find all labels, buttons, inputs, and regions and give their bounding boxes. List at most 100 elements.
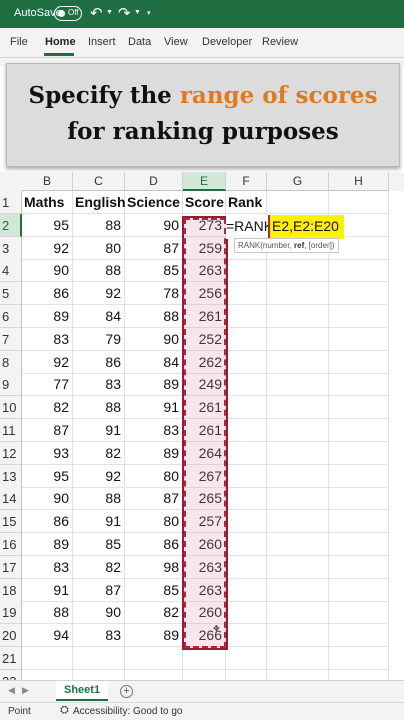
cell-g1[interactable] (267, 191, 329, 214)
cell-d12[interactable]: 89 (125, 441, 183, 465)
cell-f8[interactable] (226, 350, 267, 374)
row-header-4[interactable]: 4 (0, 259, 22, 283)
row-header-18[interactable]: 18 (0, 578, 22, 602)
cell-g9[interactable] (267, 373, 329, 397)
cell-c16[interactable]: 85 (73, 533, 125, 556)
cell-f9[interactable] (226, 373, 267, 397)
row-header-13[interactable]: 13 (0, 464, 22, 488)
cell-h18[interactable] (329, 578, 389, 602)
cell-c12[interactable]: 82 (73, 441, 125, 465)
cell-c1[interactable]: English (73, 191, 126, 214)
cell-h1[interactable] (329, 191, 389, 214)
row-header-19[interactable]: 19 (0, 601, 22, 625)
cell-h13[interactable] (329, 464, 389, 488)
quick-access-menu-icon[interactable]: ▾ (147, 9, 151, 17)
cell-c20[interactable]: 83 (73, 624, 125, 648)
cell-h9[interactable] (329, 373, 389, 397)
cell-c5[interactable]: 92 (73, 282, 125, 306)
cell-d7[interactable]: 90 (125, 327, 183, 351)
add-sheet-icon[interactable]: + (120, 685, 133, 698)
cell-g12[interactable] (267, 441, 329, 465)
cell-g11[interactable] (267, 419, 329, 442)
cell-f5[interactable] (226, 282, 267, 306)
cell-h6[interactable] (329, 305, 389, 328)
cell-f7[interactable] (226, 327, 267, 351)
cell-c21[interactable] (73, 647, 125, 670)
row-header-2[interactable]: 2 (0, 213, 22, 237)
accessibility-status[interactable]: Accessibility: Good to go (73, 706, 183, 717)
row-header-21[interactable]: 21 (0, 647, 22, 670)
row-header-16[interactable]: 16 (0, 533, 22, 556)
scroll-right-icon[interactable]: ▶ (22, 685, 29, 696)
cell-d8[interactable]: 84 (125, 350, 183, 374)
cell-d14[interactable]: 87 (125, 487, 183, 511)
cell-b18[interactable]: 91 (22, 578, 73, 602)
cell-d6[interactable]: 88 (125, 305, 183, 328)
cell-d21[interactable] (125, 647, 183, 670)
cell-c6[interactable]: 84 (73, 305, 125, 328)
cell-c11[interactable]: 91 (73, 419, 125, 442)
cell-d18[interactable]: 85 (125, 578, 183, 602)
cell-h15[interactable] (329, 510, 389, 534)
cell-e21[interactable] (183, 647, 226, 670)
cell-f4[interactable] (226, 259, 267, 283)
cell-f6[interactable] (226, 305, 267, 328)
chevron-down-icon[interactable]: ▼ (106, 9, 113, 16)
undo-icon[interactable]: ↶ (90, 4, 103, 22)
row-header-10[interactable]: 10 (0, 396, 22, 420)
cell-d1[interactable]: Science (125, 191, 183, 214)
cell-h16[interactable] (329, 533, 389, 556)
cell-c19[interactable]: 90 (73, 601, 125, 625)
cell-d20[interactable]: 89 (125, 624, 183, 648)
cell-b10[interactable]: 82 (22, 396, 73, 420)
cell-f15[interactable] (226, 510, 267, 534)
row-header-5[interactable]: 5 (0, 282, 22, 306)
cell-b9[interactable]: 77 (22, 373, 73, 397)
cell-h21[interactable] (329, 647, 389, 670)
cell-d13[interactable]: 80 (125, 464, 183, 488)
cell-c14[interactable]: 88 (73, 487, 125, 511)
cell-b6[interactable]: 89 (22, 305, 73, 328)
row-header-1[interactable]: 1 (0, 191, 22, 214)
cell-f20[interactable] (226, 624, 267, 648)
cell-b16[interactable]: 89 (22, 533, 73, 556)
cell-c3[interactable]: 80 (73, 236, 125, 260)
cell-b15[interactable]: 86 (22, 510, 73, 534)
row-header-9[interactable]: 9 (0, 373, 22, 397)
cell-h4[interactable] (329, 259, 389, 283)
cell-f18[interactable] (226, 578, 267, 602)
cell-g19[interactable] (267, 601, 329, 625)
cell-f17[interactable] (226, 555, 267, 579)
cell-f19[interactable] (226, 601, 267, 625)
cell-g6[interactable] (267, 305, 329, 328)
cell-g8[interactable] (267, 350, 329, 374)
score-range-selection[interactable] (184, 218, 226, 648)
cell-g18[interactable] (267, 578, 329, 602)
cell-b5[interactable]: 86 (22, 282, 73, 306)
row-header-8[interactable]: 8 (0, 350, 22, 374)
cell-g13[interactable] (267, 464, 329, 488)
cell-b1[interactable]: Maths (22, 191, 73, 214)
cell-g16[interactable] (267, 533, 329, 556)
autosave-toggle[interactable]: Off (54, 6, 82, 21)
cell-g7[interactable] (267, 327, 329, 351)
cell-f16[interactable] (226, 533, 267, 556)
cell-f13[interactable] (226, 464, 267, 488)
tab-data[interactable]: Data (128, 36, 151, 48)
cell-c4[interactable]: 88 (73, 259, 125, 283)
cell-f1[interactable]: Rank (226, 191, 267, 214)
column-header-e[interactable]: E (183, 172, 226, 191)
cell-b17[interactable]: 83 (22, 555, 73, 579)
cell-g20[interactable] (267, 624, 329, 648)
cell-b2[interactable]: 95 (22, 213, 73, 237)
cell-c18[interactable]: 87 (73, 578, 125, 602)
cell-b7[interactable]: 83 (22, 327, 73, 351)
chevron-down-icon[interactable]: ▼ (134, 9, 141, 16)
tab-file[interactable]: File (10, 36, 28, 48)
column-header-h[interactable]: H (329, 172, 389, 191)
tab-insert[interactable]: Insert (88, 36, 116, 48)
column-header-g[interactable]: G (267, 172, 329, 191)
cell-c13[interactable]: 92 (73, 464, 125, 488)
cell-h19[interactable] (329, 601, 389, 625)
row-header-14[interactable]: 14 (0, 487, 22, 511)
